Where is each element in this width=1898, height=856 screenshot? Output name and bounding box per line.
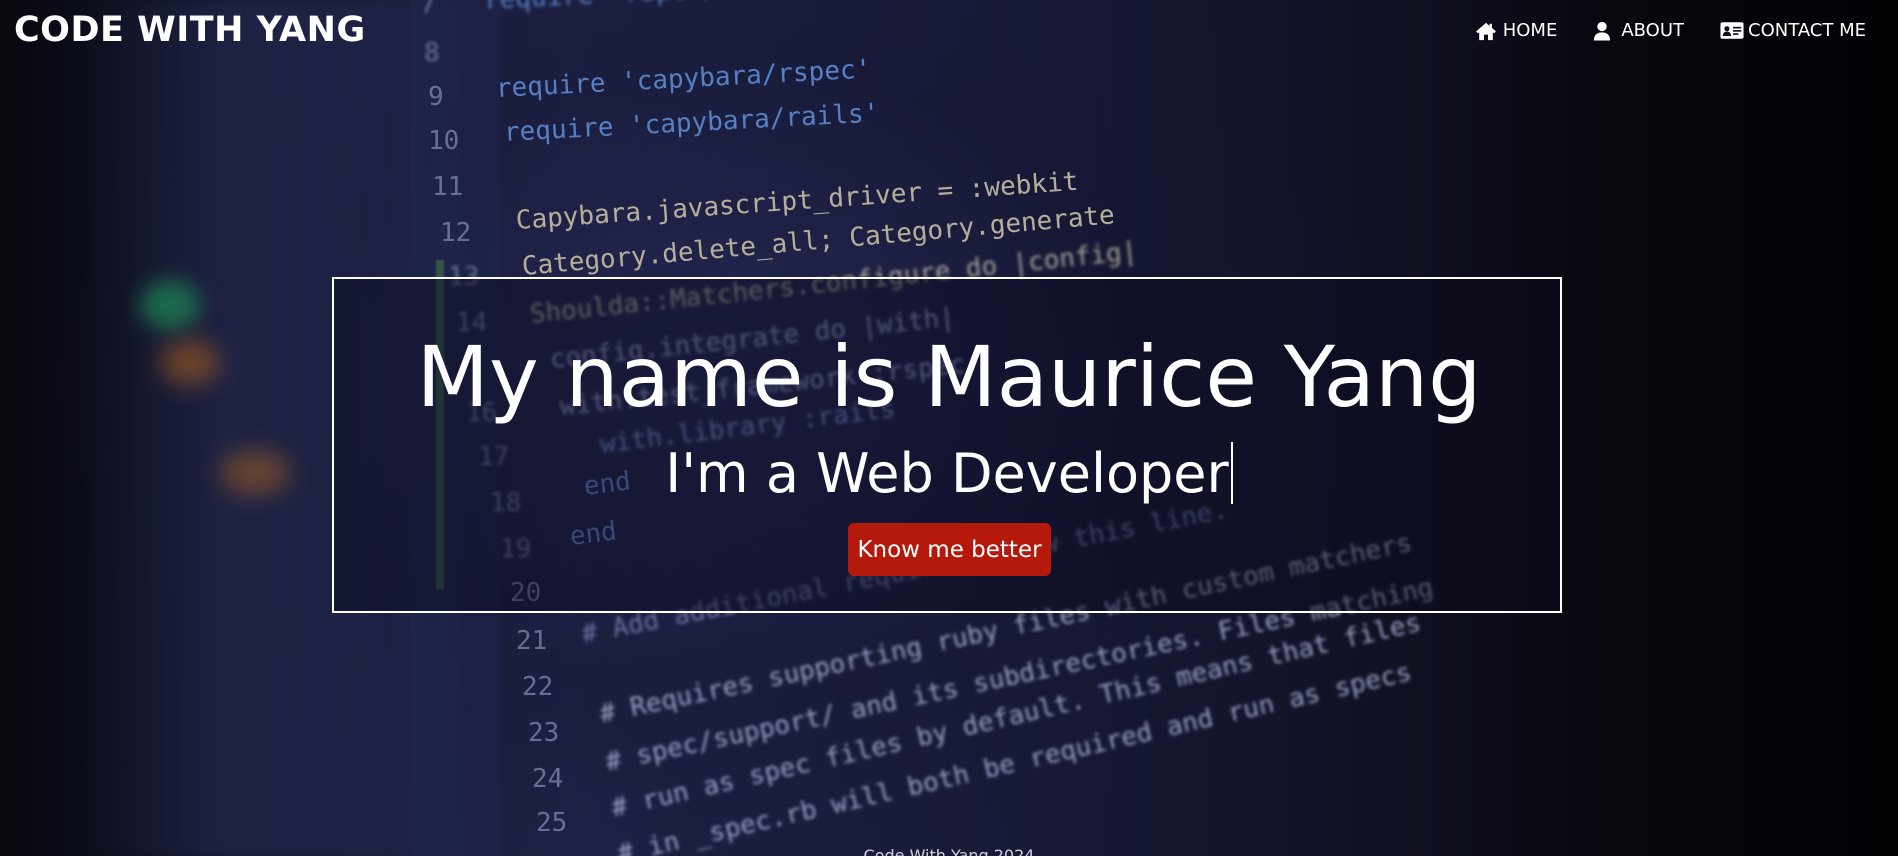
nav-links: HOME ABOUT CONTACT ME bbox=[1475, 20, 1866, 41]
brand-logo[interactable]: CODE WITH YANG bbox=[14, 10, 366, 50]
hero-section: 7 8 9 10 11 12 13 14 16 17 18 19 20 21 2… bbox=[0, 0, 1898, 856]
nav-item-label: HOME bbox=[1502, 20, 1558, 41]
navbar: CODE WITH YANG HOME ABOUT CONTACT ME bbox=[0, 0, 1898, 66]
page-title: My name is Maurice Yang bbox=[416, 328, 1482, 426]
nav-item-about[interactable]: ABOUT bbox=[1593, 20, 1684, 41]
id-card-icon bbox=[1720, 21, 1744, 41]
nav-item-home[interactable]: HOME bbox=[1475, 20, 1558, 41]
typed-subtitle-text: I'm a Web Developer bbox=[665, 442, 1229, 505]
footer-copyright: Code With Yang 2024 bbox=[863, 846, 1035, 856]
nav-item-contact[interactable]: CONTACT ME bbox=[1720, 20, 1866, 41]
nav-item-label: ABOUT bbox=[1621, 20, 1685, 41]
typing-cursor bbox=[1230, 442, 1233, 504]
user-icon bbox=[1593, 21, 1615, 41]
home-icon bbox=[1475, 21, 1497, 41]
know-me-better-button[interactable]: Know me better bbox=[848, 523, 1051, 576]
typed-subtitle: I'm a Web Developer bbox=[0, 440, 1898, 508]
nav-item-label: CONTACT ME bbox=[1748, 20, 1866, 41]
